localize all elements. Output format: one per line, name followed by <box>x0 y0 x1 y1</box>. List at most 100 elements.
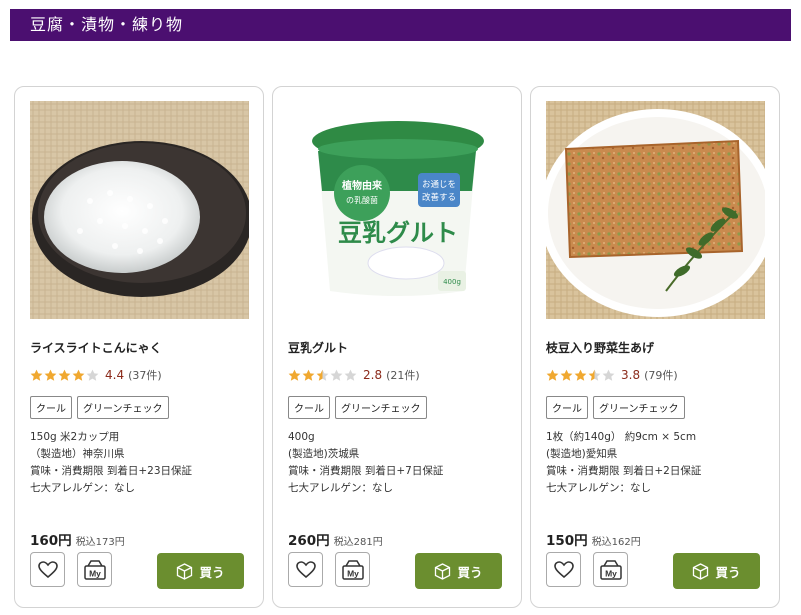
my-basket-icon: My <box>341 559 364 580</box>
buy-button[interactable]: 買う <box>673 553 760 589</box>
spec-expiry: 賞味・消費期限 到着日+7日保証 <box>288 465 444 477</box>
star-icon <box>58 369 71 381</box>
tag-cool[interactable]: クール <box>30 396 72 419</box>
my-label: My <box>89 568 101 578</box>
price-tax: 税込162円 <box>591 537 641 548</box>
package-volume: 400g <box>443 278 461 286</box>
price: 160円 税込173円 <box>30 529 125 549</box>
star-icon <box>574 369 587 381</box>
box-icon <box>693 562 709 580</box>
product-image[interactable] <box>30 101 249 319</box>
price-main: 160円 <box>30 533 72 549</box>
star-icon <box>30 369 43 381</box>
review-count[interactable]: (79件) <box>644 367 678 383</box>
product-name[interactable]: 豆乳グルト <box>288 339 348 356</box>
product-name[interactable]: 枝豆入り野菜生あげ <box>546 339 654 356</box>
tag-list: クール グリーンチェック <box>546 396 690 419</box>
star-icon <box>86 369 99 381</box>
spec-origin: (製造地)愛知県 <box>546 448 618 460</box>
spec-size: 400g <box>288 431 315 443</box>
favorite-button[interactable] <box>546 552 581 587</box>
rating-score: 4.4 <box>105 368 125 382</box>
star-icon <box>330 369 343 381</box>
my-list-button[interactable]: My <box>593 552 628 587</box>
heart-icon <box>295 560 316 578</box>
review-count[interactable]: (21件) <box>386 367 420 383</box>
spec-allergen: 七大アレルゲン：なし <box>288 482 393 494</box>
rating: 4.4 (37件) <box>30 367 162 383</box>
spec-expiry: 賞味・消費期限 到着日+2日保証 <box>546 465 702 477</box>
section-title: 豆腐・漬物・練り物 <box>10 9 791 41</box>
product-card: 枝豆入り野菜生あげ 3.8 (79件) クール グリーンチェック 1枚（約140… <box>530 86 780 608</box>
my-basket-icon: My <box>83 559 106 580</box>
star-icon <box>44 369 57 381</box>
favorite-button[interactable] <box>288 552 323 587</box>
product-specs: 150g 米2カップ用 （製造地）神奈川県 賞味・消費期限 到着日+23日保証 … <box>30 429 192 497</box>
price: 260円 税込281円 <box>288 529 383 549</box>
spec-origin: (製造地)茨城県 <box>288 448 360 460</box>
tag-cool[interactable]: クール <box>546 396 588 419</box>
star-icon <box>344 369 357 381</box>
spec-expiry: 賞味・消費期限 到着日+23日保証 <box>30 465 192 477</box>
spec-size: 150g 米2カップ用 <box>30 431 120 443</box>
star-icon <box>72 369 85 381</box>
buy-button[interactable]: 買う <box>157 553 244 589</box>
my-list-button[interactable]: My <box>335 552 370 587</box>
brand-circle-text2: の乳酸菌 <box>346 195 378 205</box>
my-basket-icon: My <box>599 559 622 580</box>
box-icon <box>177 562 193 580</box>
heart-icon <box>37 560 58 578</box>
tag-green-check[interactable]: グリーンチェック <box>593 396 685 419</box>
tag-list: クール グリーンチェック <box>288 396 432 419</box>
price: 150円 税込162円 <box>546 529 641 549</box>
badge-text2: 改善する <box>422 192 456 203</box>
brand-circle-text: 植物由来 <box>341 179 383 192</box>
spec-allergen: 七大アレルゲン：なし <box>546 482 651 494</box>
tag-list: クール グリーンチェック <box>30 396 174 419</box>
rating-score: 2.8 <box>363 368 383 382</box>
tag-green-check[interactable]: グリーンチェック <box>77 396 169 419</box>
star-icon <box>560 369 573 381</box>
buy-label: 買う <box>457 564 483 580</box>
heart-icon <box>553 560 574 578</box>
buy-button[interactable]: 買う <box>415 553 502 589</box>
star-icon <box>602 369 615 381</box>
rating: 3.8 (79件) <box>546 367 678 383</box>
star-rating <box>30 369 100 382</box>
buy-label: 買う <box>199 564 225 580</box>
star-icon <box>316 369 329 381</box>
star-icon <box>288 369 301 381</box>
spec-origin: （製造地）神奈川県 <box>30 448 125 460</box>
star-rating <box>546 369 616 382</box>
package-title: 豆乳グルト <box>338 219 458 247</box>
product-specs: 1枚（約140g） 約9cm × 5cm (製造地)愛知県 賞味・消費期限 到着… <box>546 429 701 497</box>
rice-konjac-photo <box>30 101 249 319</box>
badge-text: お通じを <box>422 179 456 190</box>
star-rating <box>288 369 358 382</box>
star-icon <box>546 369 559 381</box>
my-label: My <box>347 568 359 578</box>
product-card: 植物由来 の乳酸菌 お通じを 改善する 豆乳グルト 400g 豆乳グルト 2.8… <box>272 86 522 608</box>
price-main: 260円 <box>288 533 330 549</box>
rating: 2.8 (21件) <box>288 367 420 383</box>
price-tax: 税込281円 <box>333 537 383 548</box>
product-name[interactable]: ライスライトこんにゃく <box>30 339 162 356</box>
product-specs: 400g (製造地)茨城県 賞味・消費期限 到着日+7日保証 七大アレルゲン：な… <box>288 429 443 497</box>
soy-yogurt-photo: 植物由来 の乳酸菌 お通じを 改善する 豆乳グルト 400g <box>288 101 507 319</box>
review-count[interactable]: (37件) <box>128 367 162 383</box>
my-label: My <box>605 568 617 578</box>
star-icon <box>302 369 315 381</box>
tag-cool[interactable]: クール <box>288 396 330 419</box>
product-list: ライスライトこんにゃく 4.4 (37件) クール グリーンチェック 150g … <box>14 86 784 608</box>
my-list-button[interactable]: My <box>77 552 112 587</box>
box-icon <box>435 562 451 580</box>
product-image[interactable]: 植物由来 の乳酸菌 お通じを 改善する 豆乳グルト 400g <box>288 101 507 319</box>
favorite-button[interactable] <box>30 552 65 587</box>
spec-size: 1枚（約140g） 約9cm × 5cm <box>546 431 697 443</box>
fried-tofu-photo <box>546 101 765 319</box>
price-main: 150円 <box>546 533 588 549</box>
rating-score: 3.8 <box>621 368 641 382</box>
product-image[interactable] <box>546 101 765 319</box>
tag-green-check[interactable]: グリーンチェック <box>335 396 427 419</box>
star-icon <box>588 369 601 381</box>
